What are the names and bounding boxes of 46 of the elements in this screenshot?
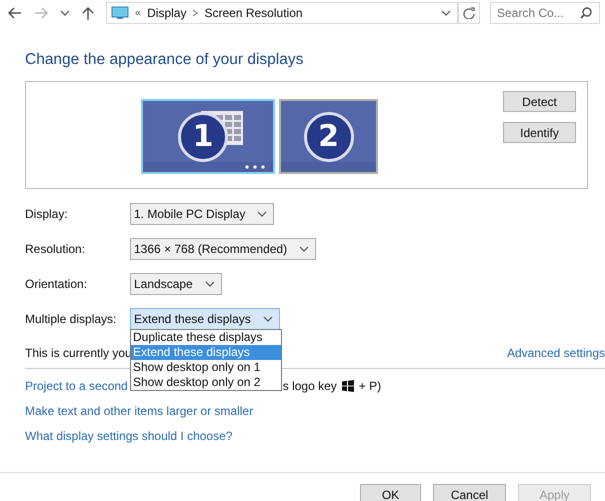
chevron-icon xyxy=(299,245,310,253)
monitor-icon xyxy=(111,6,129,20)
up-icon[interactable] xyxy=(82,6,94,20)
chevron-icon xyxy=(204,280,215,288)
refresh-icon xyxy=(463,7,475,19)
dots-icon xyxy=(245,165,265,169)
separator-icon xyxy=(192,9,198,17)
breadcrumb-item[interactable]: Display xyxy=(147,6,186,20)
hint-text: + P) xyxy=(358,379,382,393)
hint-text: s logo key xyxy=(282,379,337,393)
help-link[interactable]: What display settings should I choose? xyxy=(25,429,232,443)
dropdown-icon[interactable] xyxy=(441,9,451,17)
field-label: Resolution: xyxy=(25,242,86,256)
dialog-button[interactable]: Cancel xyxy=(433,484,506,501)
dropdown[interactable]: Extend these displays xyxy=(130,308,280,330)
search-field[interactable]: Search Co... xyxy=(490,2,600,24)
refresh-button[interactable] xyxy=(458,2,480,24)
windows-logo-icon xyxy=(342,380,354,392)
monitor-tile[interactable]: 1 xyxy=(141,99,275,174)
field-label: Orientation: xyxy=(25,277,88,291)
search-icon xyxy=(580,7,592,19)
monitor-number: 2 xyxy=(304,112,354,162)
dropdown-option[interactable]: Show desktop only on 1 xyxy=(131,360,281,375)
field-label: Display: xyxy=(25,207,69,221)
chevron-icon xyxy=(257,210,268,218)
dropdown-option[interactable]: Duplicate these displays xyxy=(131,330,281,345)
monitor-tile[interactable]: 2 xyxy=(279,99,378,174)
advanced-settings-link[interactable]: Advanced settings xyxy=(506,346,605,360)
chevron-icon xyxy=(262,315,273,323)
dropdown[interactable]: Landscape xyxy=(130,273,222,295)
field-label: Multiple displays: xyxy=(25,312,118,326)
address-bar[interactable]: « Display Screen Resolution xyxy=(106,2,458,24)
panel-button[interactable]: Detect xyxy=(503,91,576,112)
project-link[interactable]: Project to a second xyxy=(25,379,128,393)
breadcrumb-item[interactable]: Screen Resolution xyxy=(204,6,303,20)
panel-button[interactable]: Identify xyxy=(503,122,576,143)
dropdown[interactable]: 1366 × 768 (Recommended) xyxy=(130,238,316,260)
overflow-chevron[interactable]: « xyxy=(135,7,142,19)
page-title: Change the appearance of your displays xyxy=(25,51,304,69)
monitor-number: 1 xyxy=(178,112,228,162)
back-icon[interactable] xyxy=(8,7,22,19)
dialog-button[interactable]: OK xyxy=(360,484,421,501)
dropdown-option[interactable]: Show desktop only on 2 xyxy=(131,375,281,390)
help-link[interactable]: Make text and other items larger or smaller xyxy=(25,404,254,418)
dropdown[interactable]: 1. Mobile PC Display xyxy=(130,203,274,225)
recent-icon[interactable] xyxy=(60,9,70,17)
